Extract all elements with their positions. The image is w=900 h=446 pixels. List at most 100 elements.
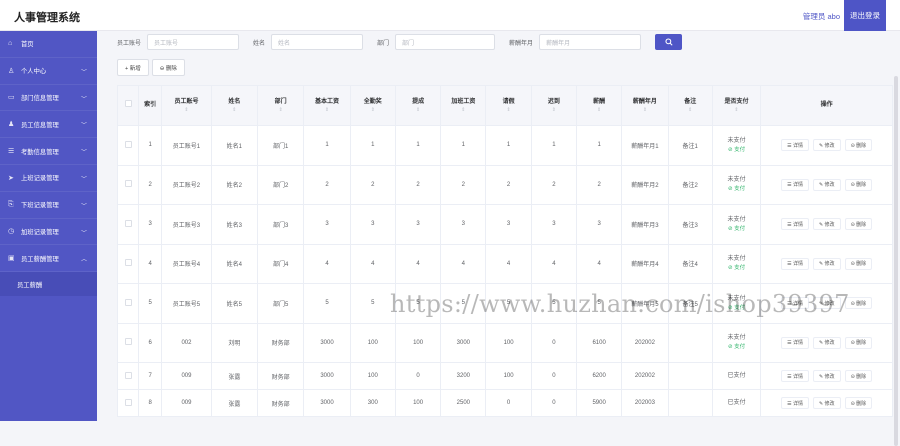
- column-header[interactable]: 全勤奖 ⇕: [349, 85, 396, 126]
- sort-icon[interactable]: ⇕: [532, 107, 576, 113]
- pay-link[interactable]: ⊘ 支付: [713, 225, 760, 234]
- sidebar-item-1[interactable]: ♙ 个人中心 ﹀: [0, 58, 97, 85]
- home-icon: ⌂: [8, 40, 13, 48]
- account-input[interactable]: 员工账号: [147, 34, 240, 50]
- column-header[interactable]: 索引: [138, 85, 163, 126]
- sidebar-item-2[interactable]: ▭ 部门信息管理 ﹀: [0, 85, 97, 112]
- sort-icon[interactable]: ⇕: [212, 107, 257, 113]
- sort-icon[interactable]: ⇕: [713, 107, 760, 113]
- edit-button[interactable]: ✎ 修改: [812, 178, 841, 191]
- sidebar-item-6[interactable]: ⎘ 下班记录管理 ﹀: [0, 192, 97, 219]
- row-delete-button[interactable]: ⊝ 删除: [844, 218, 873, 231]
- row-delete-button[interactable]: ⊝ 删除: [844, 336, 873, 349]
- detail-button[interactable]: ☰ 详情: [781, 178, 809, 191]
- row-checkbox[interactable]: [124, 180, 132, 188]
- sort-icon[interactable]: ⇕: [304, 107, 349, 113]
- detail-button[interactable]: ☰ 详情: [781, 218, 809, 231]
- sidebar-subitem-salary[interactable]: 员工薪酬: [0, 272, 97, 297]
- sidebar-item-label: 个人中心: [21, 68, 47, 76]
- edit-button[interactable]: ✎ 修改: [812, 336, 841, 349]
- column-header[interactable]: 备注 ⇕: [667, 85, 713, 126]
- sidebar-item-3[interactable]: ♟ 员工信息管理 ﹀: [0, 111, 97, 139]
- row-checkbox[interactable]: [124, 398, 132, 406]
- detail-button[interactable]: ☰ 详情: [781, 336, 809, 349]
- sort-icon[interactable]: ⇕: [351, 107, 395, 113]
- sidebar-item-4[interactable]: ☰ 考勤信息管理 ﹀: [0, 138, 97, 165]
- search-icon: [665, 38, 673, 46]
- row-delete-button[interactable]: ⊝ 删除: [844, 370, 873, 382]
- logout-button[interactable]: 退出登录: [844, 0, 886, 31]
- row-checkbox[interactable]: [124, 140, 132, 148]
- column-header[interactable]: 加班工资 ⇕: [440, 85, 487, 126]
- sidebar-item-8[interactable]: ▣ 员工薪酬管理 ︿: [0, 245, 97, 273]
- column-header-label: 加班工资: [451, 99, 476, 105]
- cell-dept: 财务部: [257, 362, 305, 390]
- cell-base: 5: [303, 283, 351, 324]
- detail-button[interactable]: ☰ 详情: [781, 370, 809, 382]
- delete-button[interactable]: ⊖ 删除: [151, 59, 185, 76]
- column-header[interactable]: 基本工资 ⇕: [303, 85, 351, 126]
- column-header[interactable]: 薪酬年月 ⇕: [621, 85, 669, 126]
- table-row: 8 009 张露 财务部 3000 300 100 2500 0 0 5900 202003 已支付 ☰ …: [116, 389, 893, 417]
- sort-icon[interactable]: ⇕: [577, 107, 621, 113]
- add-button[interactable]: + 新增: [117, 59, 149, 76]
- row-delete-button[interactable]: ⊝ 删除: [844, 139, 873, 152]
- detail-button[interactable]: ☰ 详情: [781, 139, 809, 152]
- cell-month: 薪酬年月2: [621, 164, 669, 205]
- name-input[interactable]: 姓名: [271, 34, 364, 50]
- row-checkbox[interactable]: [124, 259, 132, 267]
- edit-button[interactable]: ✎ 修改: [812, 218, 841, 231]
- column-header[interactable]: 请假 ⇕: [485, 85, 532, 126]
- row-checkbox[interactable]: [124, 371, 132, 379]
- cell-leave: 100: [485, 362, 532, 390]
- cell-month: 202002: [621, 322, 669, 363]
- sort-icon[interactable]: ⇕: [162, 107, 210, 113]
- column-header[interactable]: 姓名 ⇕: [210, 85, 259, 126]
- sort-icon[interactable]: ⇕: [486, 107, 530, 113]
- cell-month: 薪酬年月1: [621, 125, 669, 166]
- row-checkbox[interactable]: [124, 298, 132, 306]
- pay-link[interactable]: ⊘ 支付: [713, 343, 760, 352]
- column-header[interactable]: 操作: [760, 85, 893, 126]
- row-checkbox[interactable]: [124, 219, 132, 227]
- search-button[interactable]: [655, 34, 683, 50]
- sort-icon[interactable]: ⇕: [669, 107, 712, 113]
- detail-button[interactable]: ☰ 详情: [781, 257, 809, 270]
- row-checkbox[interactable]: [124, 338, 132, 346]
- sort-icon[interactable]: ⇕: [258, 107, 303, 113]
- column-header[interactable]: 是否支付 ⇕: [711, 85, 762, 126]
- cell-name: 姓名3: [210, 204, 259, 245]
- edit-button[interactable]: ✎ 修改: [812, 257, 841, 270]
- edit-button[interactable]: ✎ 修改: [812, 370, 841, 382]
- scrollbar[interactable]: [894, 76, 898, 446]
- row-delete-button[interactable]: ⊝ 删除: [844, 397, 873, 409]
- sidebar-item-7[interactable]: ◷ 加班记录管理 ﹀: [0, 219, 97, 246]
- edit-button[interactable]: ✎ 修改: [812, 139, 841, 152]
- sort-icon[interactable]: ⇕: [622, 107, 667, 113]
- sidebar-item-label: 上班记录管理: [21, 175, 59, 183]
- column-header[interactable]: 员工账号 ⇕: [161, 85, 212, 126]
- detail-button[interactable]: ☰ 详情: [781, 397, 809, 409]
- sidebar-item-0[interactable]: ⌂ 首页: [0, 31, 97, 58]
- column-header[interactable]: 部门 ⇕: [257, 85, 305, 126]
- edit-button[interactable]: ✎ 修改: [812, 397, 841, 409]
- pay-link[interactable]: ⊘ 支付: [713, 146, 760, 155]
- sort-icon[interactable]: ⇕: [396, 107, 440, 113]
- select-all-checkbox[interactable]: [124, 100, 132, 107]
- row-delete-button[interactable]: ⊝ 删除: [844, 178, 873, 191]
- column-header[interactable]: 薪酬 ⇕: [575, 85, 623, 126]
- pay-link[interactable]: ⊘ 支付: [713, 264, 760, 273]
- row-delete-button[interactable]: ⊝ 删除: [844, 257, 873, 270]
- month-input[interactable]: 薪酬年月: [539, 34, 642, 50]
- sidebar-item-5[interactable]: ➤ 上班记录管理 ﹀: [0, 165, 97, 192]
- column-header[interactable]: 迟到 ⇕: [530, 85, 578, 126]
- cell-name: 张露: [210, 362, 259, 390]
- cell-paid: 未支付 ⊘ 支付: [711, 164, 762, 205]
- column-header-label: 薪酬: [593, 99, 606, 105]
- column-header[interactable]: 提成 ⇕: [394, 85, 442, 126]
- dept-input[interactable]: 部门: [395, 34, 496, 50]
- cell-leave: 4: [485, 243, 532, 284]
- sort-icon[interactable]: ⇕: [441, 107, 485, 113]
- cell-name: 姓名5: [210, 283, 259, 324]
- pay-link[interactable]: ⊘ 支付: [713, 185, 760, 194]
